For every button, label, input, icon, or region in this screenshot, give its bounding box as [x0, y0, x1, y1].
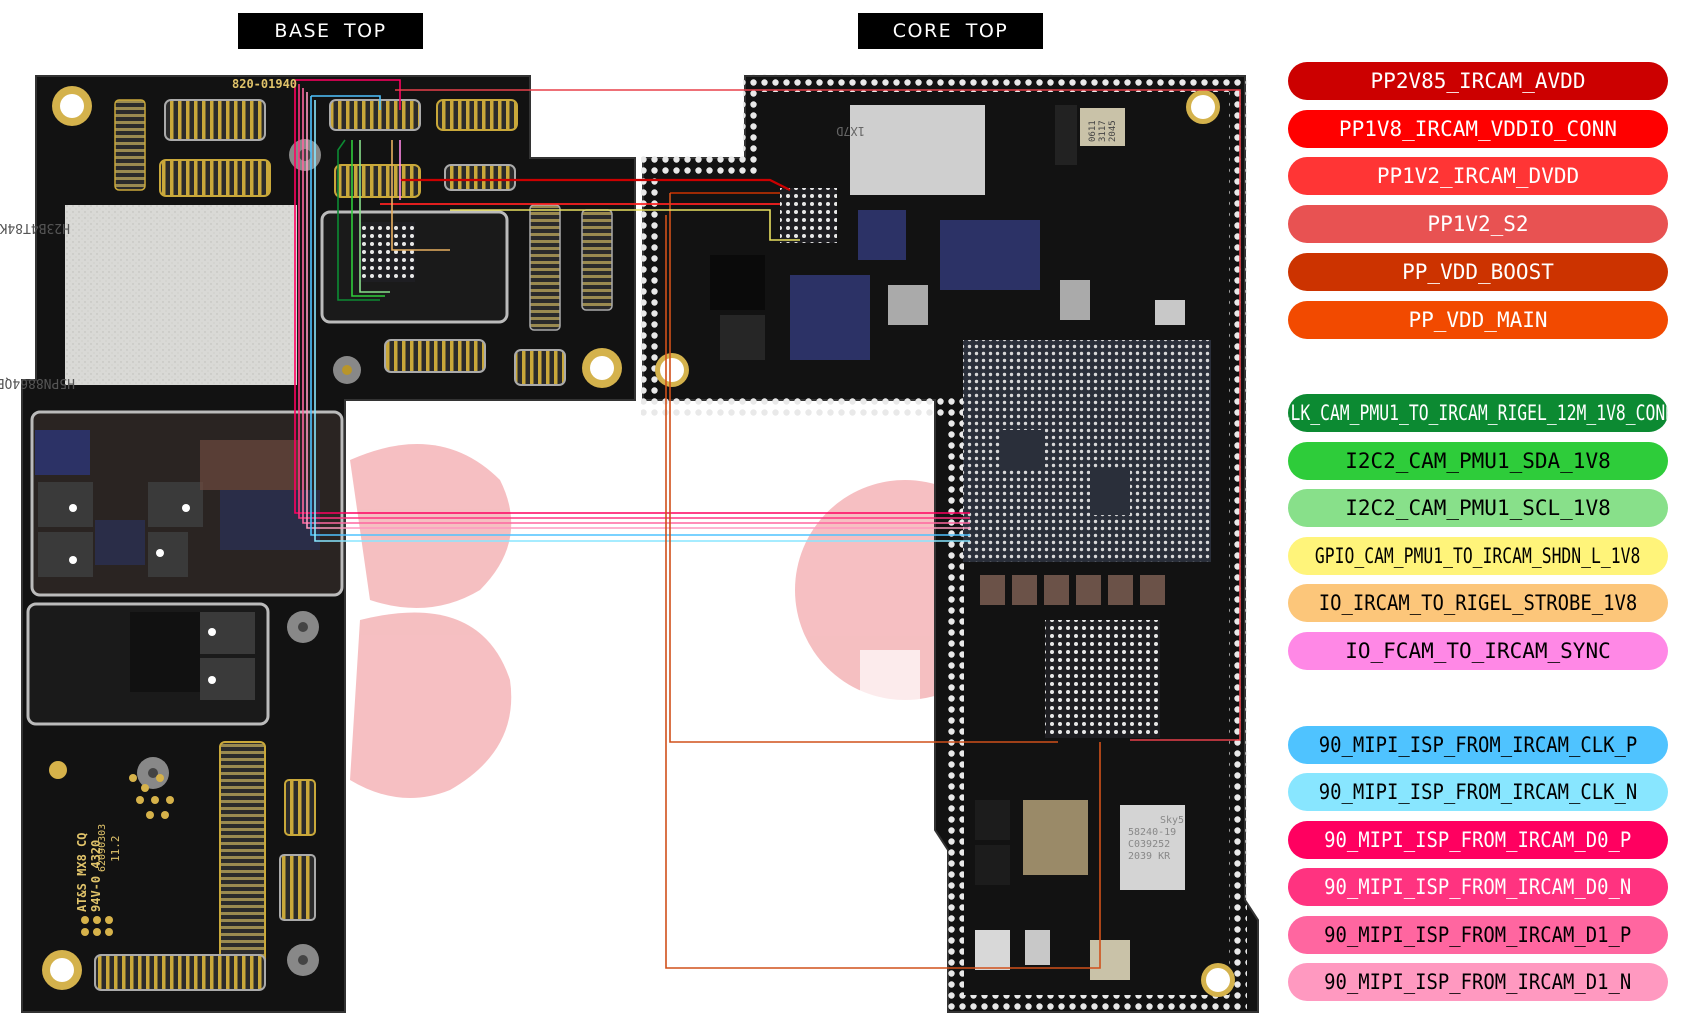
core-top-header: CORE TOP	[858, 13, 1043, 49]
legend-net-label: PP_VDD_BOOST	[1402, 259, 1554, 284]
legend-net-label: 90_MIPI_ISP_FROM_IRCAM_CLK_N	[1318, 780, 1638, 805]
legend-net-90-mipi-isp-from-ircam-d1-p[interactable]: 90_MIPI_ISP_FROM_IRCAM_D1_P	[1288, 915, 1668, 954]
legend-net-i2c2-cam-pmu1-scl-1v8[interactable]: I2C2_CAM_PMU1_SCL_1V8	[1288, 489, 1668, 528]
legend-net-label: 90_MIPI_ISP_FROM_IRCAM_CLK_P	[1318, 733, 1638, 757]
legend-net-label: 90_MIPI_ISP_FROM_IRCAM_D1_P	[1324, 922, 1632, 947]
legend-net-clk-cam-pmu1-to-ircam-rigel-12m-1v8-conn[interactable]: CLK_CAM_PMU1_TO_IRCAM_RIGEL_12M_1V8_CONN	[1288, 394, 1668, 432]
nand-marking-2: H5PN8864QB1 A1 HYNIX	[0, 375, 75, 390]
legend-net-90-mipi-isp-from-ircam-clk-n[interactable]: 90_MIPI_ISP_FROM_IRCAM_CLK_N	[1288, 773, 1668, 812]
legend-net-gpio-cam-pmu1-to-ircam-shdn-l-1v8[interactable]: GPIO_CAM_PMU1_TO_IRCAM_SHDN_L_1V8	[1288, 536, 1668, 575]
legend-net-label: GPIO_CAM_PMU1_TO_IRCAM_SHDN_L_1V8	[1315, 543, 1641, 568]
chip-marking-3d: 2039 KR	[1128, 851, 1171, 862]
nand-chip	[65, 205, 297, 385]
boardview-diagram: 820-01940 H23B4T84K7AEQ-BC 037Y H5PN8864…	[0, 0, 1699, 1020]
legend-net-label: 90_MIPI_ISP_FROM_IRCAM_D0_N	[1324, 875, 1632, 900]
chip-marking-3b: 58240-19	[1128, 827, 1176, 838]
part-number-label: 820-01940	[232, 77, 297, 91]
chip-marking-3a: Sky5	[1160, 815, 1184, 826]
legend-net-90-mipi-isp-from-ircam-d0-p[interactable]: 90_MIPI_ISP_FROM_IRCAM_D0_P	[1288, 820, 1668, 859]
legend-net-label: PP1V2_S2	[1427, 212, 1529, 237]
core-board	[641, 74, 1259, 1013]
legend-net-label: IO_FCAM_TO_IRCAM_SYNC	[1345, 639, 1611, 663]
chip-marking-3c: C039252	[1128, 839, 1170, 850]
legend-net-90-mipi-isp-from-ircam-d0-n[interactable]: 90_MIPI_ISP_FROM_IRCAM_D0_N	[1288, 868, 1668, 907]
legend-net-90-mipi-isp-from-ircam-d1-n[interactable]: 90_MIPI_ISP_FROM_IRCAM_D1_N	[1288, 963, 1668, 1001]
legend-net-pp1v2-ircam-dvdd[interactable]: PP1V2_IRCAM_DVDD	[1288, 157, 1668, 196]
pmu-bga	[1045, 620, 1160, 738]
chip-marking-2a: 0611	[1088, 120, 1098, 142]
watermark-logo	[350, 444, 1015, 798]
legend-net-label: IO_IRCAM_TO_RIGEL_STROBE_1V8	[1318, 591, 1638, 616]
legend-net-label: PP2V85_IRCAM_AVDD	[1370, 69, 1586, 93]
legend-net-pp-vdd-main[interactable]: PP_VDD_MAIN	[1288, 300, 1668, 339]
fab-marking-4: 11.2	[109, 836, 122, 863]
legend-net-pp-vdd-boost[interactable]: PP_VDD_BOOST	[1288, 252, 1668, 291]
chip-marking-2b: 3117	[1098, 120, 1108, 142]
fab-marking-1: AT&S MX8 CQ	[75, 833, 89, 912]
chip-marking-2c: 2045	[1108, 120, 1118, 142]
nand-marking-1: H23B4T84K7AEQ-BC 037Y	[0, 220, 70, 235]
base-top-header: BASE TOP	[238, 13, 423, 49]
apple-logo-icon	[49, 761, 67, 779]
legend-net-pp2v85-ircam-avdd[interactable]: PP2V85_IRCAM_AVDD	[1288, 62, 1668, 100]
legend-net-pp1v2-s2[interactable]: PP1V2_S2	[1288, 205, 1668, 244]
legend-net-i2c2-cam-pmu1-sda-1v8[interactable]: I2C2_CAM_PMU1_SDA_1V8	[1288, 441, 1668, 480]
legend-net-label: CLK_CAM_PMU1_TO_IRCAM_RIGEL_12M_1V8_CONN	[1288, 401, 1668, 425]
legend-net-label: 90_MIPI_ISP_FROM_IRCAM_D1_N	[1324, 970, 1632, 994]
legend-net-label: PP1V2_IRCAM_DVDD	[1376, 164, 1580, 189]
legend-net-label: PP_VDD_MAIN	[1408, 307, 1548, 332]
legend-net-label: PP1V8_IRCAM_VDDIO_CONN	[1338, 116, 1618, 141]
legend-net-label: I2C2_CAM_PMU1_SCL_1V8	[1345, 496, 1611, 521]
legend-net-label: I2C2_CAM_PMU1_SDA_1V8	[1345, 448, 1611, 473]
camera-pmu-bga	[780, 188, 837, 243]
chip-marking-1x7d: 1X7D	[836, 124, 865, 138]
fab-marking-3: 62090303	[97, 824, 108, 872]
base-board	[21, 75, 636, 1013]
legend-net-label: 90_MIPI_ISP_FROM_IRCAM_D0_P	[1324, 827, 1632, 852]
legend-net-io-ircam-to-rigel-strobe-1v8[interactable]: IO_IRCAM_TO_RIGEL_STROBE_1V8	[1288, 584, 1668, 623]
legend-net-pp1v8-ircam-vddio-conn[interactable]: PP1V8_IRCAM_VDDIO_CONN	[1288, 109, 1668, 148]
legend-net-io-fcam-to-ircam-sync[interactable]: IO_FCAM_TO_IRCAM_SYNC	[1288, 632, 1668, 670]
legend-net-90-mipi-isp-from-ircam-clk-p[interactable]: 90_MIPI_ISP_FROM_IRCAM_CLK_P	[1288, 726, 1668, 764]
